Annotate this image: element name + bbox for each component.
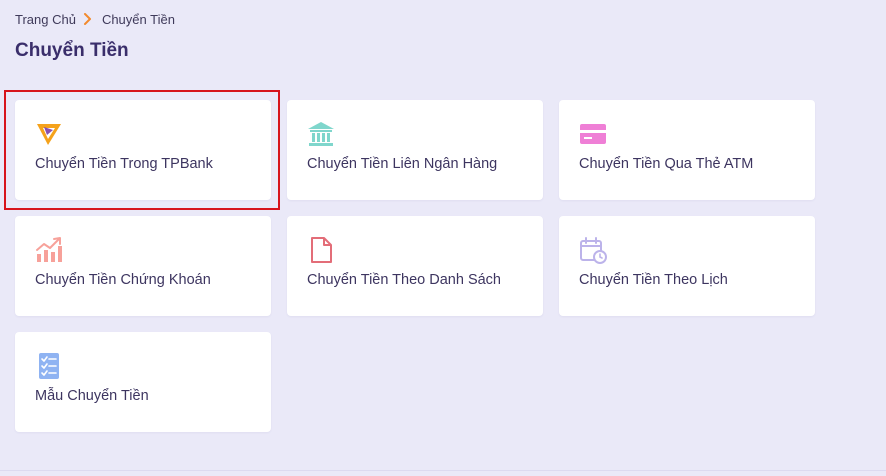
stock-chart-icon xyxy=(36,237,62,262)
breadcrumb-current: Chuyển Tiền xyxy=(101,11,175,27)
breadcrumb-home-link[interactable]: Trang Chủ xyxy=(15,12,76,27)
atm-card-transfer-card[interactable]: Chuyển Tiền Qua Thẻ ATM xyxy=(559,100,815,200)
checklist-icon xyxy=(39,353,59,379)
credit-card-icon xyxy=(580,124,606,144)
card-label: Chuyển Tiền Chứng Khoán xyxy=(35,272,211,288)
transfer-template-card[interactable]: Mẫu Chuyển Tiền xyxy=(15,332,271,432)
interbank-transfer-card[interactable]: Chuyển Tiền Liên Ngân Hàng xyxy=(287,100,543,200)
divider xyxy=(0,470,886,471)
breadcrumb: Trang Chủ Chuyển Tiền xyxy=(15,11,175,27)
document-icon xyxy=(311,237,332,263)
scheduled-transfer-card[interactable]: Chuyển Tiền Theo Lịch xyxy=(559,216,815,316)
transfer-within-tpbank-card[interactable]: Chuyển Tiền Trong TPBank xyxy=(15,100,271,200)
card-label: Chuyển Tiền Trong TPBank xyxy=(35,156,213,172)
card-label: Chuyển Tiền Theo Danh Sách xyxy=(307,272,502,288)
page-title: Chuyển Tiền xyxy=(15,40,129,61)
calendar-clock-icon xyxy=(580,237,607,264)
card-label: Chuyển Tiền Liên Ngân Hàng xyxy=(307,156,498,172)
card-label: Chuyển Tiền Theo Lịch xyxy=(579,272,728,288)
tpbank-logo-icon xyxy=(37,124,61,145)
transfer-by-list-card[interactable]: Chuyển Tiền Theo Danh Sách xyxy=(287,216,543,316)
card-label: Mẫu Chuyển Tiền xyxy=(35,388,149,404)
securities-transfer-card[interactable]: Chuyển Tiền Chứng Khoán xyxy=(15,216,271,316)
chevron-right-icon xyxy=(78,11,100,27)
card-label: Chuyển Tiền Qua Thẻ ATM xyxy=(579,156,754,172)
bank-icon xyxy=(308,122,334,146)
